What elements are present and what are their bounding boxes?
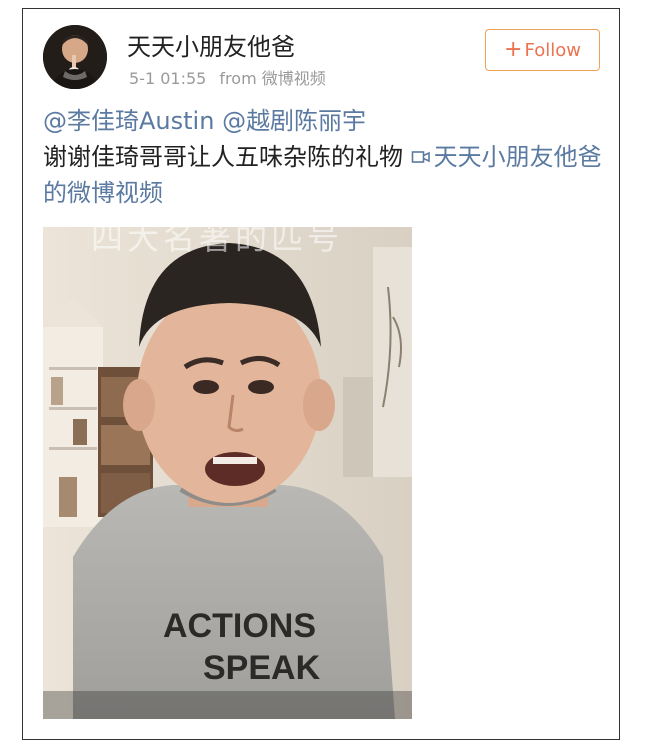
username[interactable]: 天天小朋友他爸	[127, 27, 295, 62]
video-thumbnail[interactable]: ACTIONS SPEAK 四大名著的匹号	[43, 227, 412, 719]
post-date: 5-1 01:55	[129, 69, 207, 88]
body-line: 谢谢佳琦哥哥让人五味杂陈的礼物 天天小朋友他爸的微博视频	[43, 139, 603, 211]
post-body-text: 谢谢佳琦哥哥让人五味杂陈的礼物	[43, 143, 403, 171]
mentions-line: @李佳琦Austin @越剧陈丽宇	[43, 103, 603, 139]
post-meta: 5-1 01:55 from 微博视频	[129, 65, 334, 89]
follow-button-label: Follow	[524, 39, 581, 61]
follow-button[interactable]: + Follow	[485, 29, 600, 71]
video-camera-icon	[411, 151, 430, 163]
video-watermark-text: 四大名著的匹号	[91, 227, 344, 257]
weibo-post-card: 天天小朋友他爸 5-1 01:55 from 微博视频 + Follow @李佳…	[22, 8, 620, 740]
mention-link-2[interactable]: @越剧陈丽宇	[222, 107, 366, 135]
shirt-text-line-2: SPEAK	[203, 649, 321, 687]
post-source: from 微博视频	[219, 69, 326, 88]
video-frame-image: ACTIONS SPEAK	[43, 227, 412, 719]
avatar-image	[43, 25, 107, 89]
mention-link-1[interactable]: @李佳琦Austin	[43, 107, 214, 135]
follow-plus-icon: +	[504, 37, 523, 62]
shirt-text-line-1: ACTIONS	[163, 607, 316, 645]
user-avatar[interactable]	[43, 25, 107, 89]
post-text: @李佳琦Austin @越剧陈丽宇 谢谢佳琦哥哥让人五味杂陈的礼物 天天小朋友他…	[43, 103, 603, 211]
